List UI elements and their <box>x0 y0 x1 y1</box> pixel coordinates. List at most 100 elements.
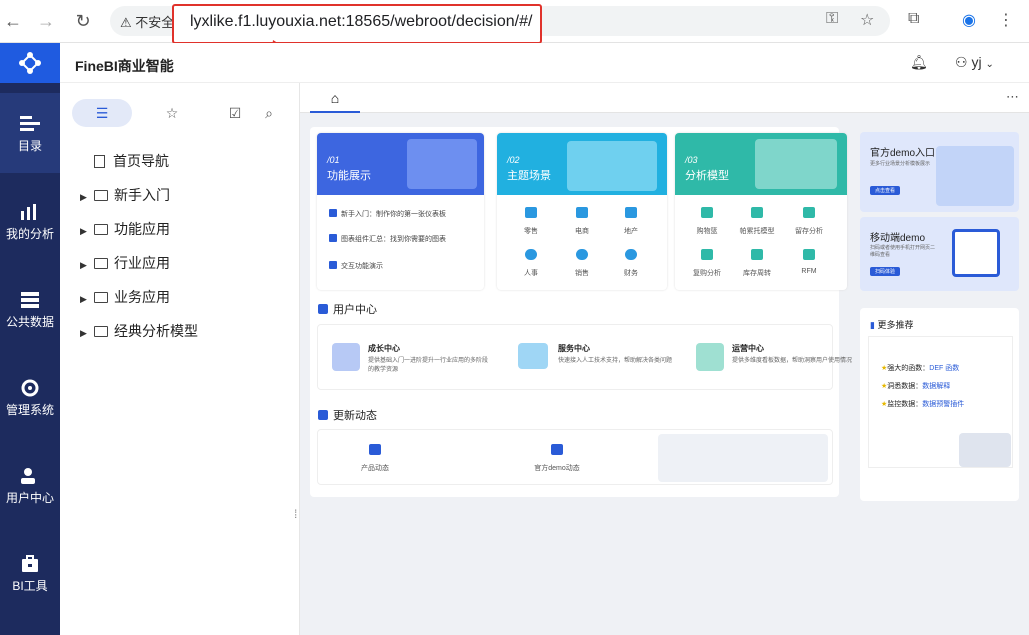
caret-right-icon[interactable]: ▶ <box>80 328 94 339</box>
model-rfm[interactable]: RFM <box>789 249 829 275</box>
user-center-icon <box>318 304 328 314</box>
feature-link-label: 图表组件汇总：找到你需要的图表 <box>341 236 446 243</box>
feature-card[interactable]: /01 功能展示 新手入门：制作你的第一张仪表板 图表组件汇总：找到你需要的图表… <box>317 133 484 290</box>
operation-center-desc: 提供多维度看板数据，帮助洞察用户使用情况 <box>732 358 853 364</box>
recommend-item[interactable]: ★洞悉数据：数据解释 <box>881 381 950 391</box>
growth-center-title[interactable]: 成长中心 <box>368 343 400 354</box>
more-recommend-title: ▮ 更多推荐 <box>870 318 913 331</box>
folder-icon <box>94 258 108 269</box>
caret-right-icon[interactable]: ▶ <box>80 192 94 203</box>
security-warning[interactable]: ⚠ 不安全 <box>120 12 174 31</box>
menu-icon[interactable]: ⋮ <box>998 10 1014 30</box>
updates-label: 官方demo动态 <box>534 465 580 472</box>
official-demo-card[interactable]: 官方demo入口 更多行业场景分析模板展示 点击查看 <box>860 132 1019 212</box>
caret-right-icon[interactable]: ▶ <box>80 294 94 305</box>
tree-item-business-app[interactable]: ▶ 业务应用 <box>80 287 170 307</box>
sidebar-item-label: 用户中心 <box>5 491 54 505</box>
reload-icon[interactable]: ↻ <box>70 8 96 34</box>
model-card[interactable]: /03 分析模型 购物篮 帕累托模型 留存分析 复购分析 库存周转 RFM <box>675 133 847 290</box>
tree-item-beginner[interactable]: ▶ 新手入门 <box>80 185 170 205</box>
recommend-link[interactable]: 数据预警插件 <box>922 401 964 408</box>
key-icon[interactable]: ⚿ <box>826 10 838 28</box>
service-center-desc: 快速接入人工技术支持，帮助解决各类问题 <box>558 358 673 364</box>
retail-icon <box>525 207 537 218</box>
mobile-demo-card[interactable]: 移动端demo 扫码或者使用手机打开网页二维码查看 扫码体验 <box>860 217 1019 291</box>
scenario-label: 电商 <box>575 228 589 235</box>
security-warning-label: 不安全 <box>135 15 175 30</box>
sidebar-item-bi-tool[interactable]: BI工具 <box>0 533 60 613</box>
sidebar-item-label: 管理系统 <box>5 403 54 417</box>
user-center-icon <box>21 468 35 484</box>
caret-right-icon[interactable]: ▶ <box>80 226 94 237</box>
sidebar-item-management[interactable]: 管理系统 <box>0 357 60 437</box>
star-icon[interactable]: ☆ <box>860 10 874 30</box>
sidebar-item-catalog[interactable]: 目录 <box>0 93 60 173</box>
user-menu[interactable]: ⚇ yj ⌄ <box>955 54 994 71</box>
sidebar-item-public-data[interactable]: 公共数据 <box>0 269 60 349</box>
model-basket[interactable]: 购物篮 <box>687 207 727 236</box>
section-title-text: 更新动态 <box>333 410 377 422</box>
tree-item-label: 功能应用 <box>114 221 170 237</box>
feature-link[interactable]: 交互功能演示 <box>329 261 383 271</box>
recommend-item[interactable]: ★监控数据：数据预警插件 <box>881 399 964 409</box>
model-retention[interactable]: 留存分析 <box>789 207 829 236</box>
home-tab[interactable]: ⌂ <box>310 85 360 113</box>
official-demo-desc: 更多行业场景分析模板展示 <box>870 161 931 167</box>
product-updates-link[interactable]: 产品动态 <box>350 444 400 473</box>
bell-icon[interactable]: 🔔︎ <box>910 54 928 71</box>
resize-handle-icon[interactable]: ⁞ <box>294 507 297 521</box>
scenario-hr[interactable]: 人事 <box>511 249 551 278</box>
tree-item-industry-app[interactable]: ▶ 行业应用 <box>80 253 170 273</box>
home-icon: ⌂ <box>330 90 340 106</box>
recommend-link[interactable]: DEF 函数 <box>929 365 959 372</box>
back-icon[interactable]: ← <box>0 8 26 34</box>
user-center-card: 成长中心 提供基础入门一进阶提升一行业应用的多阶段的教学资源 服务中心 快速接入… <box>317 324 852 390</box>
demo-updates-link[interactable]: 官方demo动态 <box>522 444 592 473</box>
tree-item-function-app[interactable]: ▶ 功能应用 <box>80 219 170 239</box>
list-view-tab[interactable]: ☰ <box>72 99 132 127</box>
pareto-icon <box>751 207 763 218</box>
finebi-logo[interactable] <box>0 43 60 83</box>
extensions-icon[interactable]: ⧉ <box>908 10 919 28</box>
feature-link[interactable]: 图表组件汇总：找到你需要的图表 <box>329 234 446 244</box>
main-sidebar: 目录 我的分析 公共数据 管理系统 用户中心 BI工具 <box>0 43 60 635</box>
more-recommend-title-text: 更多推荐 <box>877 320 914 330</box>
demo-screens-illustration <box>936 146 1014 206</box>
rfm-icon <box>803 249 815 260</box>
books-plant-illustration <box>959 433 1011 467</box>
scenario-ecommerce[interactable]: 电商 <box>562 207 602 236</box>
service-center-title[interactable]: 服务中心 <box>558 343 590 354</box>
growth-center-desc: 提供基础入门一进阶提升一行业应用的多阶段的教学资源 <box>368 358 489 373</box>
more-options-icon[interactable]: ⋯ <box>1006 89 1019 105</box>
profile-icon[interactable]: ◉ <box>962 10 976 30</box>
operation-icon <box>696 343 724 371</box>
tree-item-home-nav[interactable]: 首页导航 <box>94 151 169 171</box>
scenario-realestate[interactable]: 地产 <box>611 207 651 236</box>
mobile-demo-button[interactable]: 扫码体验 <box>870 267 901 276</box>
favorites-tab[interactable]: ☆ <box>142 99 202 127</box>
search-tab[interactable]: ⌕ <box>254 99 284 127</box>
model-repurchase[interactable]: 复购分析 <box>687 249 727 278</box>
caret-right-icon[interactable]: ▶ <box>80 260 94 271</box>
url-highlight-box[interactable]: lyxlike.f1.luyouxia.net:18565/webroot/de… <box>172 4 542 44</box>
model-inventory[interactable]: 库存周转 <box>737 249 777 278</box>
scenario-sales[interactable]: 销售 <box>562 249 602 278</box>
recommend-item[interactable]: ★强大的函数：DEF 函数 <box>881 363 959 373</box>
repurchase-icon <box>701 249 713 260</box>
scenario-card[interactable]: /02 主题场景 零售 电商 地产 人事 销售 财务 <box>497 133 667 290</box>
operation-center-title[interactable]: 运营中心 <box>732 343 764 354</box>
tree-item-analysis-model[interactable]: ▶ 经典分析模型 <box>80 321 198 341</box>
sidebar-item-user-center[interactable]: 用户中心 <box>0 445 60 525</box>
card-title: 分析模型 <box>685 170 729 182</box>
sidebar-item-my-analysis[interactable]: 我的分析 <box>0 181 60 261</box>
feature-link[interactable]: 新手入门：制作你的第一张仪表板 <box>329 209 446 219</box>
recommend-link[interactable]: 数据解释 <box>922 383 950 390</box>
official-demo-button[interactable]: 点击查看 <box>870 186 901 195</box>
tab-strip: ⌂ ⋯ <box>300 83 1029 113</box>
qr-code-icon <box>952 229 1000 277</box>
scenario-retail[interactable]: 零售 <box>511 207 551 236</box>
browser-toolbar: ← → ↻ ⚠ 不安全 lyxlike.f1.luyouxia.net:1856… <box>0 0 1029 44</box>
model-pareto[interactable]: 帕累托模型 <box>737 207 777 236</box>
forward-icon[interactable]: → <box>33 8 59 34</box>
scenario-finance[interactable]: 财务 <box>611 249 651 278</box>
